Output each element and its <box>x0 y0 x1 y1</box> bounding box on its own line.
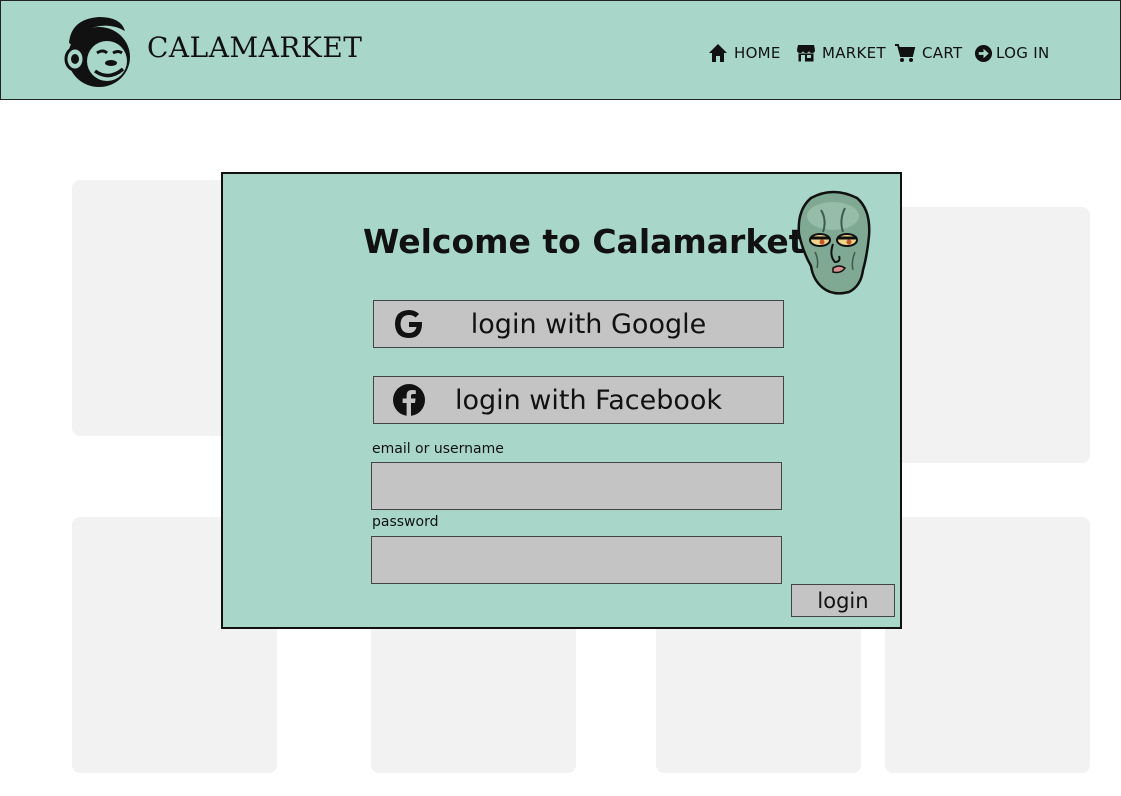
modal-title: Welcome to Calamarket! <box>363 222 820 261</box>
login-submit-button[interactable]: login <box>791 584 895 617</box>
nav-home[interactable]: HOME <box>708 41 781 65</box>
login-with-facebook-button[interactable]: login with Facebook <box>373 376 784 424</box>
product-card-placeholder <box>885 517 1090 773</box>
login-modal: Welcome to Calamarket! login with Google <box>221 172 902 629</box>
email-field-label: email or username <box>372 441 504 457</box>
facebook-icon <box>392 383 426 417</box>
squid-face-icon <box>793 190 875 296</box>
nav-home-label: HOME <box>734 44 781 62</box>
nav-login[interactable]: LOG IN <box>974 41 1049 65</box>
brand-name[interactable]: CALAMARKET <box>147 31 362 64</box>
top-header: CALAMARKET HOME MARKET CART LOG IN <box>0 0 1121 100</box>
nav-login-label: LOG IN <box>996 44 1050 62</box>
nav-cart-label: CART <box>922 44 963 62</box>
product-card-placeholder <box>885 207 1090 463</box>
password-field-label: password <box>372 514 439 530</box>
storefront-icon <box>796 43 816 63</box>
login-with-google-button[interactable]: login with Google <box>373 300 784 348</box>
nav-market[interactable]: MARKET <box>796 41 886 65</box>
password-field[interactable] <box>371 536 782 584</box>
cart-icon <box>894 43 916 63</box>
monkey-mascot-icon[interactable] <box>61 13 135 89</box>
home-icon <box>708 43 728 63</box>
facebook-button-label: login with Facebook <box>454 384 723 416</box>
email-field[interactable] <box>371 462 782 510</box>
google-button-label: login with Google <box>470 308 707 340</box>
login-arrow-icon <box>974 44 993 63</box>
nav-market-label: MARKET <box>822 44 886 62</box>
nav-cart[interactable]: CART <box>894 41 962 65</box>
google-icon <box>392 307 426 341</box>
